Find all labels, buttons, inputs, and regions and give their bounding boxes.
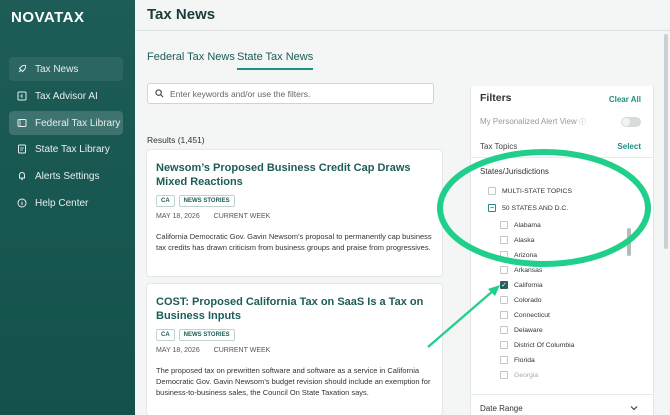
checkbox[interactable]: [500, 371, 508, 379]
page-title: Tax News: [147, 6, 216, 23]
personalized-alert-toggle[interactable]: [621, 117, 641, 127]
sidebar-item-label: State Tax Library: [35, 143, 110, 155]
sidebar-item-label: Help Center: [35, 197, 89, 209]
article-date: MAY 18, 2026: [156, 213, 200, 220]
state-option-alaska[interactable]: Alaska: [500, 236, 534, 244]
article-title[interactable]: Newsom’s Proposed Business Credit Cap Dr…: [156, 161, 433, 189]
info-icon: ⓘ: [579, 119, 587, 126]
search-icon: [155, 89, 164, 98]
sidebar-item-tax-news[interactable]: Tax News: [9, 57, 123, 81]
sidebar-item-federal-tax-library[interactable]: Federal Tax Library: [9, 111, 123, 135]
state-option-florida[interactable]: Florida: [500, 356, 535, 364]
checkbox[interactable]: [500, 251, 508, 259]
state-option-alabama[interactable]: Alabama: [500, 221, 541, 229]
checkbox[interactable]: [500, 341, 508, 349]
sidebar-item-label: Tax News: [35, 63, 79, 75]
results-count: Results (1,451): [147, 135, 205, 145]
state-option-colorado[interactable]: Colorado: [500, 296, 542, 304]
novatax-logo: NOVATAX: [11, 9, 85, 26]
search-box[interactable]: [147, 83, 434, 104]
state-option-arkansas[interactable]: Arkansas: [500, 266, 542, 274]
filters-divider: [471, 157, 653, 158]
page-scrollbar[interactable]: [664, 34, 668, 249]
clear-all-button[interactable]: Clear All: [609, 95, 641, 104]
sidebar-item-label: Federal Tax Library: [35, 117, 121, 129]
bell-icon: [17, 171, 27, 181]
sidebar-item-help-center[interactable]: Help Center: [9, 191, 123, 215]
indeterminate-checkbox[interactable]: −: [488, 204, 496, 212]
article-description: The proposed tax on prewritten software …: [156, 366, 431, 397]
checkbox[interactable]: [500, 326, 508, 334]
ai-chat-icon: [17, 91, 27, 101]
state-option-arizona[interactable]: Arizona: [500, 251, 537, 259]
sidebar-item-label: Tax Advisor AI: [35, 90, 98, 102]
help-icon: [17, 198, 27, 208]
sidebar-item-alerts-settings[interactable]: Alerts Settings: [9, 164, 123, 188]
sidebar: NOVATAX Tax News Tax Advisor AI Federal …: [0, 0, 135, 415]
personalized-alert-view-label: My Personalized Alert View ⓘ: [480, 117, 587, 126]
document-icon: [17, 144, 27, 154]
article-period: CURRENT WEEK: [213, 213, 271, 220]
state-option-georgia[interactable]: Georgia: [500, 371, 538, 379]
fifty-states-option[interactable]: − 50 STATES AND D.C.: [488, 204, 568, 212]
sidebar-item-label: Alerts Settings: [35, 170, 100, 182]
state-badge: CA: [156, 329, 175, 341]
rocket-icon: [17, 64, 27, 74]
checkbox[interactable]: [488, 187, 496, 195]
sidebar-item-state-tax-library[interactable]: State Tax Library: [9, 137, 123, 161]
checkbox[interactable]: [500, 356, 508, 364]
checkbox[interactable]: [500, 221, 508, 229]
chevron-down-icon[interactable]: [629, 403, 639, 413]
category-badge: NEWS STORIES: [178, 195, 235, 207]
article-period: CURRENT WEEK: [213, 347, 271, 354]
article-card[interactable]: Newsom’s Proposed Business Credit Cap Dr…: [147, 150, 442, 276]
tax-topics-select-button[interactable]: Select: [617, 142, 641, 151]
tax-topics-label: Tax Topics: [480, 142, 518, 151]
state-badge: CA: [156, 195, 175, 207]
filters-divider: [471, 394, 653, 395]
tab-state-tax-news[interactable]: State Tax News: [237, 51, 314, 70]
states-scrollbar[interactable]: [627, 228, 631, 256]
category-badge: NEWS STORIES: [178, 329, 235, 341]
state-option-district-of-columbia[interactable]: District Of Columbia: [500, 341, 574, 349]
state-option-delaware[interactable]: Delaware: [500, 326, 543, 334]
state-option-connecticut[interactable]: Connecticut: [500, 311, 550, 319]
article-card[interactable]: COST: Proposed California Tax on SaaS Is…: [147, 284, 442, 415]
multi-state-topics-option[interactable]: MULTI-STATE TOPICS: [488, 187, 572, 195]
checkbox[interactable]: [500, 236, 508, 244]
article-description: California Democratic Gov. Gavin Newsom’…: [156, 232, 432, 252]
book-icon: [17, 118, 27, 128]
article-title[interactable]: COST: Proposed California Tax on SaaS Is…: [156, 295, 433, 323]
header-divider: [135, 30, 670, 31]
filters-title: Filters: [480, 92, 512, 104]
checkbox[interactable]: [500, 311, 508, 319]
state-option-california[interactable]: ✓ California: [500, 281, 543, 289]
checkbox[interactable]: [500, 266, 508, 274]
checkbox-checked[interactable]: ✓: [500, 281, 508, 289]
article-date: MAY 18, 2026: [156, 347, 200, 354]
filters-panel: Filters Clear All My Personalized Alert …: [470, 86, 654, 415]
tab-federal-tax-news[interactable]: Federal Tax News: [147, 51, 235, 63]
checkbox[interactable]: [500, 296, 508, 304]
sidebar-item-tax-advisor-ai[interactable]: Tax Advisor AI: [9, 84, 123, 108]
states-jurisdictions-label: States/Jurisdictions: [480, 167, 549, 176]
search-input[interactable]: [170, 88, 420, 99]
date-range-label[interactable]: Date Range: [480, 404, 523, 413]
